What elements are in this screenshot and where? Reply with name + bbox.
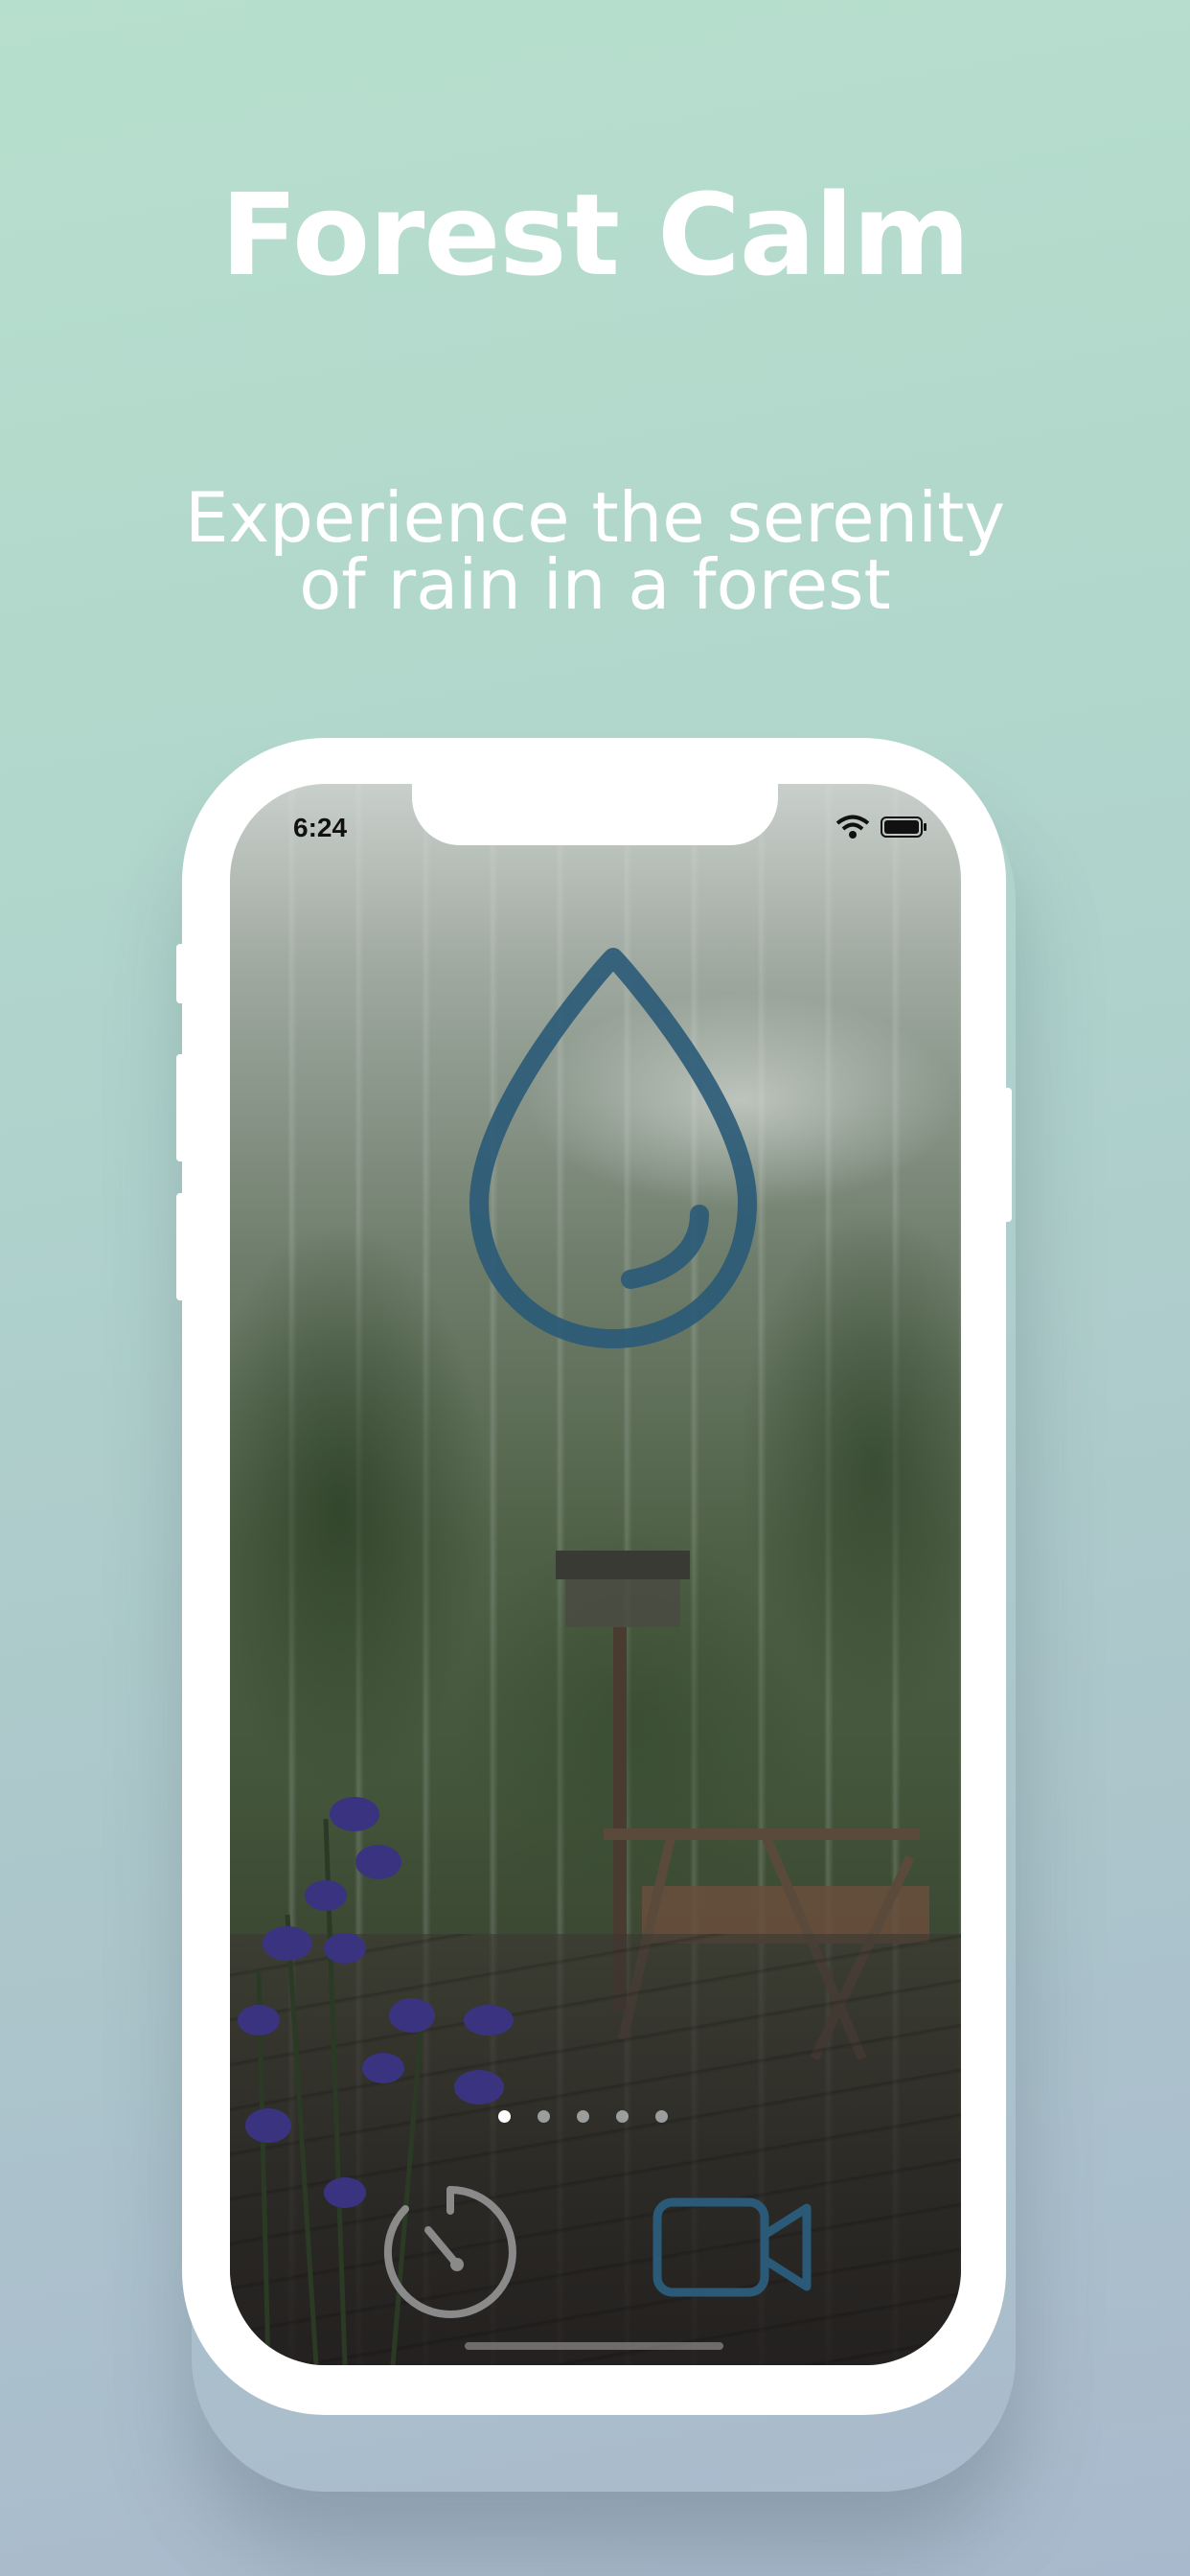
home-indicator [465,2342,723,2350]
video-camera-icon[interactable] [652,2195,814,2300]
phone-notch [412,784,778,845]
page-dot-2[interactable] [538,2109,550,2123]
timer-icon[interactable] [378,2180,522,2324]
page-indicator [498,2108,690,2124]
subheadline-line-2: of rain in a forest [299,544,891,625]
page-dot-5[interactable] [655,2109,668,2123]
page-dot-3[interactable] [577,2109,589,2123]
status-icons [834,813,928,841]
headline: Forest Calm [220,169,970,301]
status-time: 6:24 [293,813,348,842]
subheadline-line-1: Experience the serenity [184,477,1006,558]
page-dot-1[interactable] [498,2109,511,2123]
page-dot-4[interactable] [616,2109,629,2123]
wifi-icon [835,815,870,839]
battery-icon [881,816,927,838]
subheadline: Experience the serenity of rain in a for… [116,477,1074,625]
raindrop-icon[interactable] [460,944,767,1356]
